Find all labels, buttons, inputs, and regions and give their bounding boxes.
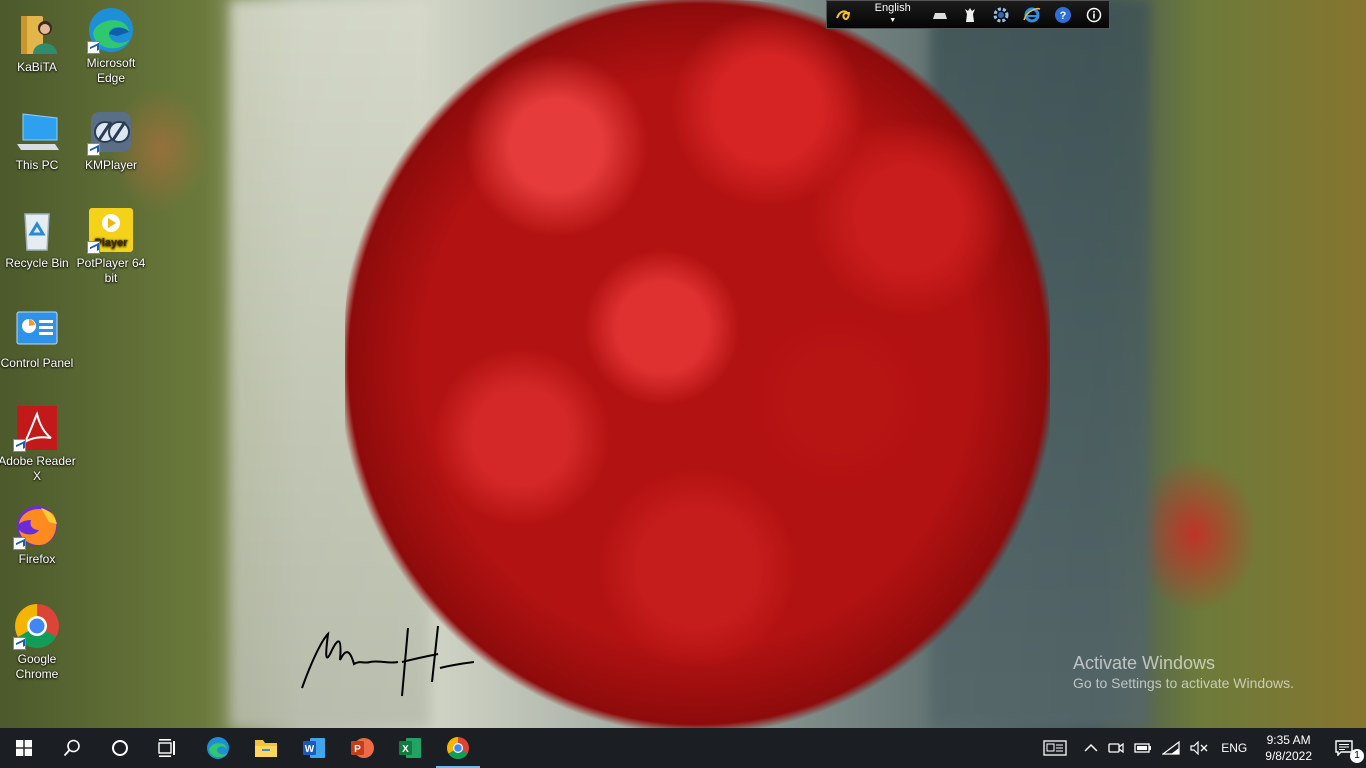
camera-icon bbox=[1108, 742, 1124, 754]
desktop-icon-label: PotPlayer 64 bit bbox=[76, 256, 146, 285]
keyboard-icon[interactable] bbox=[926, 1, 955, 29]
desktop-icon-google-chrome[interactable]: Google Chrome bbox=[0, 602, 76, 682]
activate-subtitle: Go to Settings to activate Windows. bbox=[1073, 675, 1294, 691]
show-hidden-icons-button[interactable] bbox=[1079, 728, 1103, 768]
taskbar-file-explorer-button[interactable] bbox=[242, 728, 290, 768]
news-widget-button[interactable] bbox=[1031, 728, 1079, 768]
battery-button[interactable] bbox=[1129, 728, 1157, 768]
start-button[interactable] bbox=[0, 728, 48, 768]
shortcut-arrow-icon bbox=[13, 637, 26, 650]
file-explorer-icon bbox=[255, 740, 277, 757]
excel-icon: X bbox=[399, 738, 421, 758]
language-selector[interactable]: English ▼ bbox=[860, 1, 926, 29]
language-bar: English ▼ ? bbox=[826, 0, 1110, 29]
desktop-icon-potplayer[interactable]: Player PotPlayer 64 bit bbox=[72, 206, 150, 286]
desktop-icon-label: Firefox bbox=[18, 552, 56, 566]
wifi-icon bbox=[1162, 741, 1180, 755]
wallpaper-rose-bouquet bbox=[345, 0, 1050, 728]
shortcut-arrow-icon bbox=[87, 143, 100, 156]
desktop-icon-label: Adobe Reader X bbox=[0, 454, 76, 483]
battery-icon bbox=[1134, 743, 1152, 753]
activate-windows-watermark: Activate Windows Go to Settings to activ… bbox=[1073, 652, 1294, 692]
layout-icon[interactable] bbox=[954, 1, 985, 29]
input-language-label: ENG bbox=[1221, 741, 1248, 755]
action-center-button[interactable]: 1 bbox=[1322, 728, 1366, 768]
info-icon[interactable] bbox=[1078, 1, 1109, 29]
start-icon bbox=[16, 740, 32, 756]
desktop-icon-label: KMPlayer bbox=[84, 158, 137, 172]
desktop-icon-label: This PC bbox=[15, 158, 59, 172]
svg-text:P: P bbox=[354, 744, 361, 755]
desktop-icon-label: Recycle Bin bbox=[5, 256, 69, 270]
desktop-wallpaper bbox=[0, 0, 1366, 728]
chevron-down-icon: ▼ bbox=[889, 17, 897, 24]
cortana-icon bbox=[112, 740, 128, 756]
search-icon bbox=[63, 739, 80, 757]
word-icon: W bbox=[303, 738, 325, 758]
powerpoint-icon: P bbox=[351, 738, 374, 758]
user-folder-icon bbox=[21, 16, 57, 54]
chevron-up-icon bbox=[1084, 743, 1098, 752]
chrome-icon bbox=[447, 737, 469, 759]
desktop-icon-label: KaBiTA bbox=[17, 60, 57, 74]
taskbar-edge-button[interactable] bbox=[194, 728, 242, 768]
shortcut-arrow-icon bbox=[13, 439, 26, 452]
search-button[interactable] bbox=[48, 728, 96, 768]
clock-date: 9/8/2022 bbox=[1265, 749, 1312, 763]
recycle-bin-icon bbox=[24, 213, 50, 251]
taskbar-powerpoint-button[interactable]: P bbox=[338, 728, 386, 768]
taskbar-word-button[interactable]: W bbox=[290, 728, 338, 768]
desktop-icon-label: Microsoft Edge bbox=[86, 56, 136, 85]
shortcut-arrow-icon bbox=[13, 537, 26, 550]
desktop-icon-kabita[interactable]: KaBiTA bbox=[0, 10, 76, 75]
language-label: English bbox=[874, 2, 911, 14]
settings-icon[interactable] bbox=[985, 1, 1016, 29]
svg-text:W: W bbox=[305, 744, 315, 755]
internet-explorer-icon[interactable] bbox=[1016, 1, 1047, 29]
meet-now-button[interactable] bbox=[1103, 728, 1129, 768]
input-indicator[interactable]: ENG bbox=[1213, 728, 1255, 768]
svg-text:?: ? bbox=[1059, 10, 1066, 22]
taskbar-chrome-button[interactable] bbox=[434, 728, 482, 768]
desktop-icon-recycle-bin[interactable]: Recycle Bin bbox=[0, 206, 76, 271]
volume-button[interactable] bbox=[1185, 728, 1213, 768]
taskbar-excel-button[interactable]: X bbox=[386, 728, 434, 768]
system-tray: ENG 9:35 AM 9/8/2022 1 bbox=[1031, 728, 1366, 768]
desktop-icon-adobe-reader[interactable]: Adobe Reader X bbox=[0, 404, 76, 484]
desktop-icon-this-pc[interactable]: This PC bbox=[0, 108, 76, 173]
news-icon bbox=[1043, 740, 1067, 756]
edge-icon bbox=[207, 737, 229, 759]
help-icon[interactable]: ? bbox=[1047, 1, 1078, 29]
activate-title: Activate Windows bbox=[1073, 653, 1216, 673]
desktop-icon-label: Control Panel bbox=[0, 356, 74, 370]
volume-muted-icon bbox=[1190, 741, 1208, 755]
this-pc-icon bbox=[17, 113, 59, 150]
task-view-icon bbox=[158, 739, 175, 757]
shortcut-arrow-icon bbox=[87, 41, 100, 54]
cortana-button[interactable] bbox=[96, 728, 144, 768]
notification-count-badge: 1 bbox=[1350, 749, 1364, 763]
desktop-icon-control-panel[interactable]: Control Panel bbox=[0, 306, 76, 371]
network-button[interactable] bbox=[1157, 728, 1185, 768]
clock-time: 9:35 AM bbox=[1266, 733, 1311, 747]
avro-logo-icon[interactable] bbox=[827, 1, 860, 29]
taskbar: W P X ENG 9:35 AM 9/8/2022 1 bbox=[0, 728, 1366, 768]
control-panel-icon bbox=[16, 311, 58, 345]
wallpaper-signature bbox=[301, 625, 475, 697]
desktop-icon-firefox[interactable]: Firefox bbox=[0, 502, 76, 567]
desktop-icon-microsoft-edge[interactable]: Microsoft Edge bbox=[72, 6, 150, 86]
desktop-icon-kmplayer[interactable]: KMPlayer bbox=[72, 108, 150, 173]
svg-text:X: X bbox=[402, 744, 409, 755]
task-view-button[interactable] bbox=[144, 728, 192, 768]
desktop-icon-label: Google Chrome bbox=[15, 652, 59, 681]
clock[interactable]: 9:35 AM 9/8/2022 bbox=[1255, 728, 1322, 768]
shortcut-arrow-icon bbox=[87, 241, 100, 254]
